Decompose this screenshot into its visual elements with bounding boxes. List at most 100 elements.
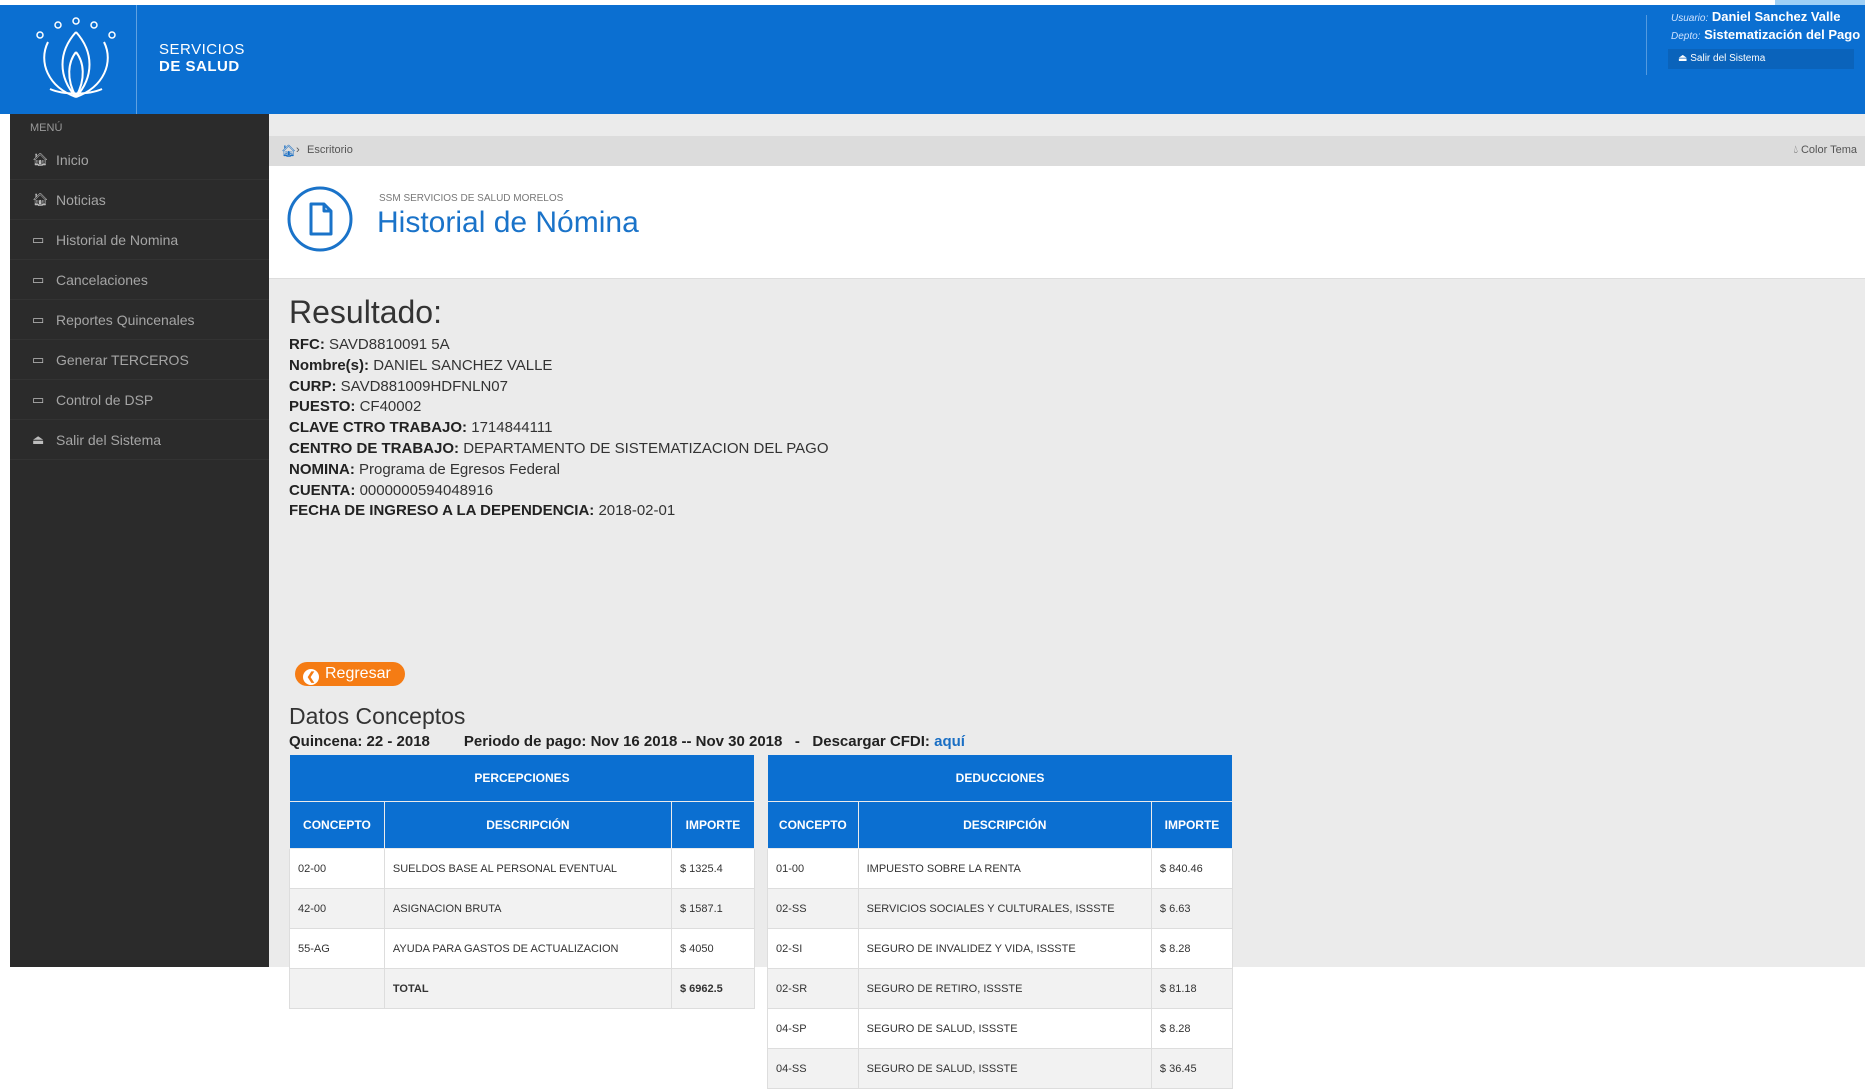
info-label: CLAVE CTRO TRABAJO: <box>289 419 468 437</box>
table-row: 42-00 ASIGNACION BRUTA $ 1587.1 <box>289 888 756 929</box>
sidebar-item-terceros[interactable]: ▭ Generar TERCEROS <box>10 340 269 380</box>
laptop-icon: ▭ <box>32 271 45 287</box>
column-header: DESCRIPCIÓN <box>857 801 1152 849</box>
arrow-left-icon: ❮ <box>303 669 319 685</box>
sidebar-item-inicio[interactable]: 🏠︎ Inicio <box>10 140 269 180</box>
back-button[interactable]: ❮ Regresar <box>295 662 405 686</box>
info-value: SAVD881009HDFNLN07 <box>340 377 508 395</box>
dept-name: Sistematización del Pago <box>1704 27 1861 42</box>
sidebar-item-label: Inicio <box>56 151 89 168</box>
info-line: CURP: SAVD881009HDFNLN07 <box>289 377 829 398</box>
table-cell: SERVICIOS SOCIALES Y CULTURALES, ISSSTE <box>857 888 1152 929</box>
table-row: 55-AG AYUDA PARA GASTOS DE ACTUALIZACION $… <box>289 928 756 969</box>
concepts-title: Datos Conceptos <box>289 703 466 729</box>
brand-line-2: DE SALUD <box>159 58 240 75</box>
sidebar-item-cancelaciones[interactable]: ▭ Cancelaciones <box>10 260 269 300</box>
table-cell: $ 1325.4 <box>670 848 756 889</box>
info-label: NOMINA: <box>289 460 355 478</box>
table-cell: $ 8.28 <box>1150 928 1234 969</box>
info-line: FECHA DE INGRESO A LA DEPENDENCIA: 2018-… <box>289 501 829 522</box>
column-header: IMPORTE <box>670 801 756 849</box>
info-label: CUENTA: <box>289 481 356 499</box>
info-line: CUENTA: 0000000594048916 <box>289 481 829 502</box>
servicios-salud-logo-icon <box>36 17 116 98</box>
table-cell: 02-SS <box>767 888 859 929</box>
table-cell: 55-AG <box>289 928 385 969</box>
breadcrumb-current[interactable]: Escritorio <box>307 144 353 156</box>
sidebar: MENÚ 🏠︎ Inicio 🏠︎ Noticias ▭ Historial d… <box>10 114 269 967</box>
sidebar-item-salir[interactable]: ⏏ Salir del Sistema <box>10 420 269 460</box>
percepciones-header: PERCEPCIONES <box>289 754 755 802</box>
document-icon <box>287 186 353 252</box>
chevron-right-icon: › <box>296 144 300 156</box>
table-cell: ASIGNACION BRUTA <box>383 888 672 929</box>
droplet-icon: 💧︎ <box>1793 144 1798 156</box>
info-label: CURP: <box>289 377 337 395</box>
color-theme-button[interactable]: 💧︎ Color Tema <box>1793 144 1857 157</box>
cfdi-label: Descargar CFDI: <box>812 733 930 750</box>
info-value: 1714844111 <box>471 419 553 437</box>
page-title: Historial de Nómina <box>377 206 639 239</box>
info-value: 2018-02-01 <box>598 502 676 520</box>
main-content: 🏠︎ › Escritorio 💧︎ Color Tema SSM SERVIC… <box>269 114 1865 1089</box>
home-icon: 🏠︎ <box>32 151 49 167</box>
table-cell <box>289 968 385 1009</box>
info-label: CENTRO DE TRABAJO: <box>289 439 460 457</box>
user-info: Usuario: Daniel Sanchez Valle Depto: Sis… <box>1646 9 1861 69</box>
header-logout-button[interactable]: ⏏ Salir del Sistema <box>1668 49 1854 69</box>
table-cell: $ 4050 <box>670 928 756 969</box>
info-line: PUESTO: CF40002 <box>289 397 829 418</box>
deducciones-header: DEDUCCIONES <box>767 754 1233 802</box>
info-value: 0000000594048916 <box>359 481 494 499</box>
column-header: IMPORTE <box>1150 801 1234 849</box>
table-row: TOTAL $ 6962.5 <box>289 968 756 1009</box>
user-label: Usuario: <box>1671 13 1709 24</box>
sidebar-item-label: Salir del Sistema <box>56 431 162 448</box>
result-section: Resultado: RFC: SAVD8810091 5A Nombre(s):… <box>289 294 1234 1089</box>
back-button-label: Regresar <box>325 665 391 682</box>
color-theme-label: Color Tema <box>1800 144 1857 156</box>
info-value: DANIEL SANCHEZ VALLE <box>373 356 553 374</box>
laptop-icon: ▭ <box>32 351 45 367</box>
periodo-label: Periodo de pago: Nov 16 2018 -- Nov 30 2… <box>463 733 783 750</box>
table-row: 04-SP SEGURO DE SALUD, ISSSTE $ 8.28 <box>767 1008 1234 1049</box>
table-cell: SEGURO DE INVALIDEZ Y VIDA, ISSSTE <box>857 928 1152 969</box>
info-label: PUESTO: <box>289 398 356 416</box>
table-cell: $ 6962.5 <box>670 968 756 1009</box>
table-cell: 02-SI <box>767 928 859 969</box>
table-row: 02-SI SEGURO DE INVALIDEZ Y VIDA, ISSSTE $… <box>767 928 1234 969</box>
table-row: 04-SS SEGURO DE SALUD, ISSSTE $ 36.45 <box>767 1048 1234 1089</box>
table-cell: 02-SR <box>767 968 859 1009</box>
table-cell: 04-SS <box>767 1048 859 1089</box>
home-icon: 🏠︎ <box>32 191 49 207</box>
sidebar-item-noticias[interactable]: 🏠︎ Noticias <box>10 180 269 220</box>
table-cell: 04-SP <box>767 1008 859 1049</box>
table-cell: 01-00 <box>767 848 859 889</box>
eject-icon: ⏏ <box>1678 53 1688 64</box>
page-header: SSM SERVICIOS DE SALUD MORELOS Historial… <box>269 166 1865 279</box>
table-cell: $ 8.28 <box>1150 1008 1234 1049</box>
info-line: NOMINA: Programa de Egresos Federal <box>289 460 829 481</box>
quincena-label: Quincena: 22 - 2018 <box>289 733 430 750</box>
info-line: CLAVE CTRO TRABAJO: 1714844111 <box>289 418 829 439</box>
sidebar-item-control-dsp[interactable]: ▭ Control de DSP <box>10 380 269 420</box>
menu-title: MENÚ <box>30 122 63 134</box>
cfdi-download-link[interactable]: aquí <box>934 733 965 750</box>
info-value: SAVD8810091 5A <box>329 336 450 353</box>
sidebar-item-reportes[interactable]: ▭ Reportes Quincenales <box>10 300 269 340</box>
result-heading: Resultado: <box>289 294 442 330</box>
column-header: CONCEPTO <box>289 801 385 849</box>
column-header: CONCEPTO <box>767 801 859 849</box>
sidebar-item-historial[interactable]: ▭ Historial de Nomina <box>10 220 269 260</box>
corner-accent <box>1775 0 1865 5</box>
info-label: FECHA DE INGRESO A LA DEPENDENCIA: <box>289 502 595 520</box>
table-cell: $ 1587.1 <box>670 888 756 929</box>
separator-dash: - <box>794 733 800 750</box>
table-cell: SEGURO DE SALUD, ISSSTE <box>857 1048 1152 1089</box>
home-icon[interactable]: 🏠︎ <box>281 144 296 158</box>
table-cell: SEGURO DE RETIRO, ISSSTE <box>857 968 1152 1009</box>
table-cell: IMPUESTO SOBRE LA RENTA <box>857 848 1152 889</box>
dept-label: Depto: <box>1671 31 1701 42</box>
info-line: Nombre(s): DANIEL SANCHEZ VALLE <box>289 356 829 377</box>
info-value: DEPARTAMENTO DE SISTEMATIZACION DEL PAGO <box>463 439 829 457</box>
